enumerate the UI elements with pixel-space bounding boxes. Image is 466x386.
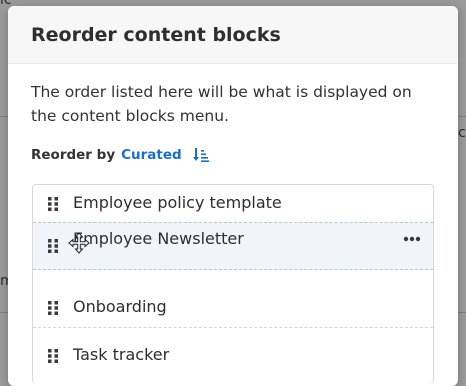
background-divider: [0, 312, 8, 313]
list-item[interactable]: Employee policy template: [33, 185, 433, 223]
list-item-label: Employee policy template: [73, 193, 282, 212]
modal-description: The order listed here will be what is di…: [31, 83, 412, 125]
list-item-label: Employee Newsletter: [73, 229, 244, 248]
list-item[interactable]: Task tracker: [33, 337, 433, 375]
drag-handle-icon[interactable]: [48, 349, 58, 363]
list-item-label: Onboarding: [73, 297, 167, 316]
list-item[interactable]: Onboarding: [33, 289, 433, 327]
modal-header: Reorder content blocks: [8, 6, 458, 64]
background-text-right: c: [458, 125, 466, 141]
list-item-dragging[interactable]: Employee Newsletter: [33, 222, 433, 270]
move-cursor-icon: [68, 232, 90, 254]
drag-handle-icon[interactable]: [48, 301, 58, 315]
list-item-label: Task tracker: [73, 345, 170, 364]
drag-handle-icon[interactable]: [48, 197, 58, 211]
drag-handle-icon[interactable]: [48, 239, 58, 253]
content-block-list: Employee policy template Employee Newsle…: [32, 184, 434, 384]
background-divider: [458, 116, 466, 117]
modal-title: Reorder content blocks: [31, 23, 281, 46]
reorder-modal: Reorder content blocks The order listed …: [8, 6, 458, 386]
reorder-by-label: Reorder by: [31, 147, 116, 163]
list-divider: [33, 327, 433, 328]
background-divider: [458, 312, 466, 313]
more-options-icon[interactable]: [403, 236, 421, 242]
background-divider: [0, 116, 8, 117]
reorder-by-value[interactable]: Curated: [121, 147, 182, 163]
reorder-by-control: Reorder by Curated: [31, 147, 209, 163]
sort-order-icon[interactable]: [192, 147, 209, 163]
